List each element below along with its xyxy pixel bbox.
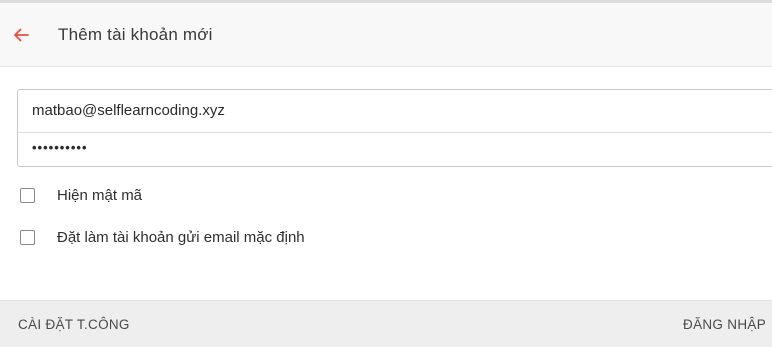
show-password-option[interactable]: Hiện mật mã: [20, 187, 142, 204]
arrow-left-icon: [14, 28, 29, 41]
app-header: Thêm tài khoản mới: [0, 3, 772, 67]
default-account-checkbox[interactable]: [20, 230, 35, 245]
add-account-screen: Thêm tài khoản mới matbao@selflearncodin…: [0, 0, 772, 347]
default-account-option[interactable]: Đặt làm tài khoản gửi email mặc định: [20, 229, 305, 246]
manual-setup-button[interactable]: CÀI ĐẶT T.CÔNG: [18, 301, 130, 347]
page-title: Thêm tài khoản mới: [58, 24, 213, 44]
action-bar: CÀI ĐẶT T.CÔNG ĐĂNG NHẬP: [0, 300, 772, 347]
login-button[interactable]: ĐĂNG NHẬP: [683, 301, 766, 347]
show-password-checkbox[interactable]: [20, 188, 35, 203]
back-button[interactable]: [3, 17, 39, 53]
password-field[interactable]: ••••••••••: [18, 133, 772, 167]
show-password-label: Hiện mật mã: [57, 187, 143, 204]
credentials-box: matbao@selflearncoding.xyz ••••••••••: [17, 89, 772, 167]
email-field[interactable]: matbao@selflearncoding.xyz: [18, 90, 772, 132]
default-account-label: Đặt làm tài khoản gửi email mặc định: [57, 229, 305, 246]
